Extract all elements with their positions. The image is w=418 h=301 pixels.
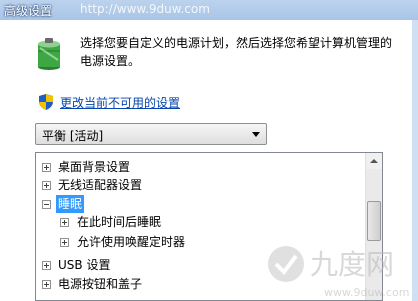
advanced-settings-dialog: 选择您要自定义的电源计划，然后选择您希望计算机管理的电源设置。 更改当前不可用的… xyxy=(0,20,418,301)
expand-icon[interactable] xyxy=(42,280,51,289)
collapse-icon[interactable] xyxy=(42,200,51,209)
tree-item-label: 无线适配器设置 xyxy=(58,178,143,192)
tree-item-label: 桌面背景设置 xyxy=(58,160,131,174)
uac-shield-icon xyxy=(39,94,53,110)
tree-item-label: 睡眠 xyxy=(56,195,85,213)
tree-scrollbar[interactable] xyxy=(365,153,382,300)
scroll-thumb[interactable] xyxy=(367,201,381,241)
expand-icon[interactable] xyxy=(60,218,69,227)
chevron-down-icon[interactable] xyxy=(252,132,260,137)
power-plan-select-value: 平衡 [活动] xyxy=(42,129,104,143)
description-text: 选择您要自定义的电源计划，然后选择您希望计算机管理的电源设置。 xyxy=(80,36,393,68)
title-bar: 高级设置 http://www.9duw.com xyxy=(0,0,418,20)
scroll-up-icon[interactable] xyxy=(366,153,382,169)
battery-icon xyxy=(38,38,60,70)
power-plan-select[interactable]: 平衡 [活动] xyxy=(35,123,267,145)
expand-icon[interactable] xyxy=(60,238,69,247)
expand-icon[interactable] xyxy=(42,163,51,172)
expand-icon[interactable] xyxy=(42,181,51,190)
tree-item-label: 电源按钮和盖子 xyxy=(58,277,143,291)
tree-item-label: USB 设置 xyxy=(58,258,111,272)
watermark-url-top: http://www.9duw.com xyxy=(80,2,210,16)
tree-item-label: 允许使用唤醒定时器 xyxy=(77,235,186,249)
window-right-border xyxy=(412,20,418,301)
window-title: 高级设置 xyxy=(4,4,53,18)
change-unavailable-settings-link[interactable]: 更改当前不可用的设置 xyxy=(60,94,180,111)
expand-icon[interactable] xyxy=(42,261,51,270)
settings-tree[interactable]: 桌面背景设置 无线适配器设置 睡眠 在此时间后睡眠 允许使用唤醒定时器 USB … xyxy=(35,152,383,301)
tree-item-label: 在此时间后睡眠 xyxy=(77,215,162,229)
